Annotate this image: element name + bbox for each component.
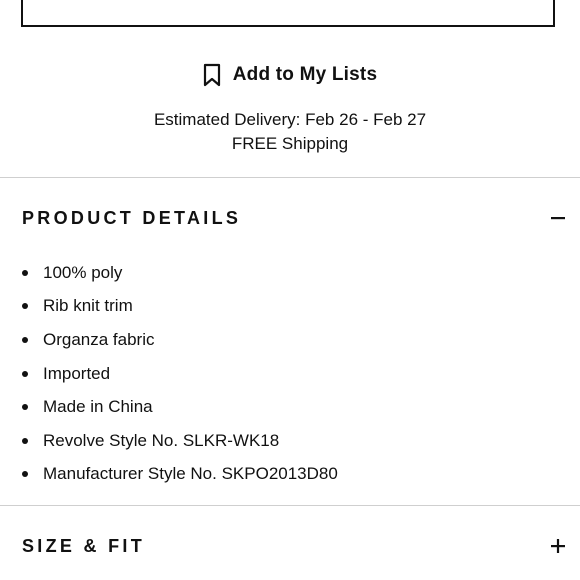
size-fit-title: SIZE & FIT [22,535,145,556]
list-item: Organza fabric [22,323,338,357]
product-details-list: 100% poly Rib knit trim Organza fabric I… [22,256,338,491]
estimated-delivery-text: Estimated Delivery: Feb 26 - Feb 27 [153,110,427,129]
detail-text: Manufacturer Style No. SKPO2013D80 [43,464,338,484]
add-to-lists-label: Add to My Lists [232,64,378,85]
bullet-icon [22,404,28,411]
size-fit-header[interactable]: SIZE & FIT [22,532,566,560]
list-item: Imported [22,357,338,391]
plus-icon[interactable] [550,538,566,554]
bullet-icon [22,370,28,377]
bullet-icon [22,471,28,478]
detail-text: Imported [43,363,111,383]
bullet-icon [22,437,28,444]
list-item: 100% poly [22,256,338,290]
bullet-icon [22,303,28,310]
delivery-info: Estimated Delivery: Feb 26 - Feb 27 FREE… [0,108,580,156]
bookmark-icon [203,63,221,87]
bullet-icon [22,336,28,343]
list-item: Rib knit trim [22,290,338,324]
bullet-icon [22,269,28,276]
product-details-title: PRODUCT DETAILS [22,207,242,228]
divider [0,505,580,506]
minus-icon[interactable] [550,210,566,226]
list-item: Made in China [22,390,338,424]
detail-text: 100% poly [43,262,123,282]
detail-text: Made in China [43,397,153,417]
list-item: Manufacturer Style No. SKPO2013D80 [22,458,338,492]
list-item: Revolve Style No. SLKR-WK18 [22,424,338,458]
detail-text: Revolve Style No. SLKR-WK18 [43,430,280,450]
detail-text: Rib knit trim [43,296,133,316]
add-to-bag-button[interactable] [21,0,555,27]
add-to-lists-button[interactable]: Add to My Lists [0,60,580,90]
shipping-text: FREE Shipping [231,134,349,153]
divider [0,177,580,178]
product-details-header[interactable]: PRODUCT DETAILS [22,204,566,232]
detail-text: Organza fabric [43,329,155,349]
